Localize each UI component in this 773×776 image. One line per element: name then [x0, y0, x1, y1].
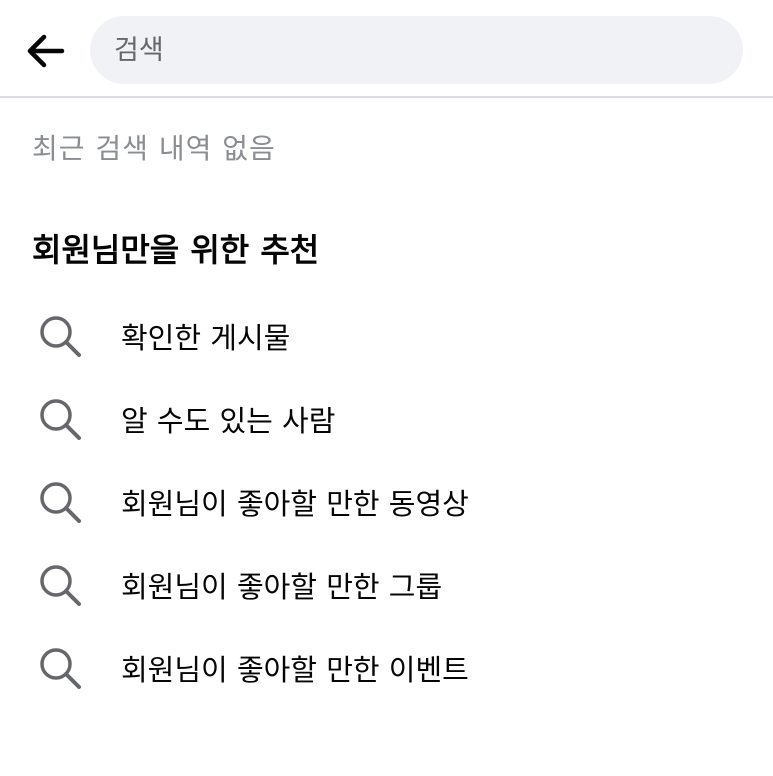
search-icon: [35, 394, 85, 444]
list-item-label: 회원님이 좋아할 만한 그룹: [121, 569, 443, 604]
list-item-label: 회원님이 좋아할 만한 동영상: [121, 486, 469, 521]
search-bar[interactable]: [90, 16, 743, 84]
list-item[interactable]: 확인한 게시물: [0, 294, 773, 377]
search-input[interactable]: [114, 16, 743, 84]
search-icon: [35, 560, 85, 610]
search-header: [0, 0, 773, 98]
list-item-label: 알 수도 있는 사람: [121, 403, 336, 438]
arrow-left-icon: [27, 34, 65, 68]
list-item-label: 회원님이 좋아할 만한 이벤트: [121, 652, 469, 687]
list-item[interactable]: 회원님이 좋아할 만한 그룹: [0, 543, 773, 626]
search-icon: [35, 311, 85, 361]
recommendations-title: 회원님만을 위한 추천: [32, 231, 320, 269]
search-icon: [35, 477, 85, 527]
recent-searches-empty-text: 최근 검색 내역 없음: [32, 132, 276, 165]
list-item-label: 확인한 게시물: [121, 320, 291, 355]
list-item[interactable]: 회원님이 좋아할 만한 동영상: [0, 460, 773, 543]
search-icon: [35, 643, 85, 693]
list-item[interactable]: 회원님이 좋아할 만한 이벤트: [0, 626, 773, 709]
back-button[interactable]: [18, 24, 72, 78]
list-item[interactable]: 알 수도 있는 사람: [0, 377, 773, 460]
recommendations-list: 확인한 게시물 알 수도 있는 사람 회원님이 좋아할 만한 동영상 회원님이 …: [0, 294, 773, 709]
